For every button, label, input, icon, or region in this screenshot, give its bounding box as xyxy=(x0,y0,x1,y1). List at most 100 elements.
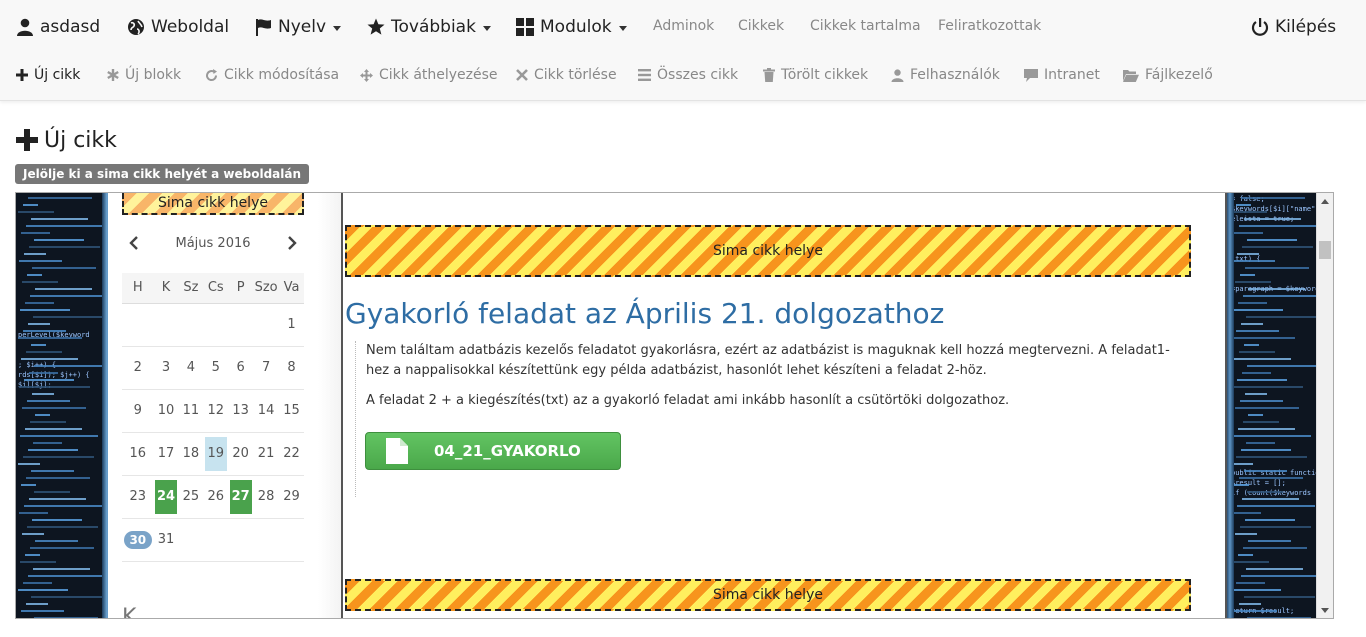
calendar-day[interactable]: 19 xyxy=(204,436,227,471)
calendar-day[interactable]: 13 xyxy=(230,394,252,428)
calendar-day[interactable]: 24 xyxy=(155,479,178,514)
calendar-day[interactable]: 18 xyxy=(180,437,202,471)
code-line-decoration xyxy=(1248,540,1291,542)
calendar-cell[interactable]: 1 xyxy=(279,303,304,347)
scroll-down-button[interactable] xyxy=(1317,602,1333,618)
code-line-decoration xyxy=(1247,491,1283,493)
calendar-cell[interactable]: 16 xyxy=(122,432,154,476)
deleted-articles-link[interactable]: Törölt cikkek xyxy=(763,65,868,85)
modules-dropdown[interactable]: Modulok xyxy=(516,14,627,40)
calendar-cell[interactable]: 5 xyxy=(203,346,229,390)
calendar-day[interactable]: 8 xyxy=(281,351,303,385)
subscribers-link[interactable]: Feliratkozottak xyxy=(938,16,1041,36)
sidebar-article-placeholder[interactable]: Sima cikk helye xyxy=(122,193,304,215)
calendar-day[interactable]: 22 xyxy=(281,437,303,471)
download-file-button[interactable]: 04_21_GYAKORLO xyxy=(365,432,621,470)
calendar-cell[interactable]: 29 xyxy=(279,475,304,519)
calendar-day[interactable]: 7 xyxy=(255,351,277,385)
logout-button[interactable]: Kilépés xyxy=(1251,14,1336,40)
calendar-cell[interactable]: 17 xyxy=(153,432,179,476)
website-link[interactable]: Weboldal xyxy=(127,14,229,40)
calendar-day[interactable]: 29 xyxy=(281,480,303,514)
calendar-cell[interactable]: 19 xyxy=(203,432,229,476)
article-contents-link[interactable]: Cikkek tartalma xyxy=(810,16,921,36)
scroll-thumb[interactable] xyxy=(1319,241,1331,259)
calendar-cell[interactable]: 9 xyxy=(122,389,154,433)
new-article-link[interactable]: Új cikk xyxy=(16,65,80,85)
calendar-cell xyxy=(203,518,229,562)
calendar-cell[interactable]: 14 xyxy=(253,389,280,433)
calendar-cell[interactable]: 4 xyxy=(178,346,204,390)
calendar-cell[interactable]: 20 xyxy=(228,432,254,476)
calendar-cell[interactable]: 15 xyxy=(279,389,304,433)
calendar-day[interactable]: 28 xyxy=(255,480,277,514)
user-menu[interactable]: asdasd xyxy=(16,14,100,40)
calendar-cell[interactable]: 25 xyxy=(178,475,204,519)
calendar-day[interactable]: 6 xyxy=(230,351,252,385)
calendar-day[interactable]: 21 xyxy=(255,437,277,471)
calendar-day[interactable]: 31 xyxy=(155,523,177,557)
calendar-day[interactable]: 20 xyxy=(230,437,252,471)
calendar-day[interactable]: 16 xyxy=(127,437,149,471)
calendar-cell[interactable]: 6 xyxy=(228,346,254,390)
language-dropdown[interactable]: Nyelv xyxy=(255,14,342,40)
bottom-article-placeholder[interactable]: Sima cikk helye xyxy=(345,579,1191,611)
calendar-cell[interactable]: 31 xyxy=(153,518,179,562)
delete-article-link[interactable]: Cikk törlése xyxy=(516,65,617,85)
calendar-day[interactable]: 15 xyxy=(281,394,303,428)
calendar-day[interactable]: 2 xyxy=(127,351,149,385)
article-title[interactable]: Gyakorló feladat az Április 21. dolgozat… xyxy=(345,297,944,330)
calendar-day[interactable]: 9 xyxy=(127,394,149,428)
file-manager-link[interactable]: Fájlkezelő xyxy=(1123,65,1213,85)
calendar-cell[interactable]: 23 xyxy=(122,475,154,519)
scroll-up-button[interactable] xyxy=(1317,193,1333,209)
calendar-day[interactable]: 25 xyxy=(180,480,202,514)
calendar-cell[interactable]: 18 xyxy=(178,432,204,476)
calendar-day[interactable]: 27 xyxy=(229,479,252,514)
calendar-day[interactable]: 4 xyxy=(180,351,202,385)
calendar-day[interactable]: 26 xyxy=(205,480,227,514)
move-article-link[interactable]: Cikk áthelyezése xyxy=(360,65,498,85)
all-articles-link[interactable]: Összes cikk xyxy=(638,65,738,85)
calendar-day[interactable]: 11 xyxy=(180,394,202,428)
admins-link[interactable]: Adminok xyxy=(653,16,714,36)
calendar-cell[interactable]: 30 xyxy=(122,518,154,562)
calendar-cell[interactable]: 10 xyxy=(153,389,179,433)
calendar-day[interactable]: 12 xyxy=(205,394,227,428)
articles-link[interactable]: Cikkek xyxy=(738,16,784,36)
new-block-link[interactable]: Új blokk xyxy=(107,65,181,85)
calendar-day[interactable]: 5 xyxy=(205,351,227,385)
calendar-cell[interactable]: 13 xyxy=(228,389,254,433)
intranet-label: Intranet xyxy=(1044,67,1100,83)
calendar-next-button[interactable] xyxy=(280,231,304,255)
users-link[interactable]: Felhasználók xyxy=(891,65,1000,85)
calendar-day[interactable]: 30 xyxy=(123,530,152,549)
code-line-decoration xyxy=(1241,197,1305,199)
calendar-cell[interactable]: 26 xyxy=(203,475,229,519)
top-article-placeholder[interactable]: Sima cikk helye xyxy=(345,225,1191,277)
intranet-link[interactable]: Intranet xyxy=(1024,65,1100,85)
calendar-day[interactable]: 10 xyxy=(155,394,177,428)
calendar-cell[interactable]: 7 xyxy=(253,346,280,390)
preview-scrollbar[interactable] xyxy=(1316,193,1333,618)
calendar-day[interactable]: 3 xyxy=(155,351,177,385)
calendar-day[interactable]: 23 xyxy=(127,480,149,514)
calendar-cell[interactable]: 22 xyxy=(279,432,304,476)
calendar-cell[interactable]: 11 xyxy=(178,389,204,433)
weekday-header: H xyxy=(122,273,154,304)
edit-article-link[interactable]: Cikk módosítása xyxy=(205,65,339,85)
more-dropdown[interactable]: Továbbiak xyxy=(367,14,491,40)
calendar-cell[interactable]: 8 xyxy=(279,346,304,390)
calendar-day[interactable]: 17 xyxy=(155,437,177,471)
calendar-cell[interactable]: 27 xyxy=(228,475,254,519)
calendar-cell[interactable]: 3 xyxy=(153,346,179,390)
calendar-cell[interactable]: 21 xyxy=(253,432,280,476)
calendar-cell[interactable]: 28 xyxy=(253,475,280,519)
calendar-prev-button[interactable] xyxy=(122,231,146,255)
calendar-day[interactable]: 1 xyxy=(281,308,303,342)
calendar-cell[interactable]: 2 xyxy=(122,346,154,390)
calendar-cell[interactable]: 12 xyxy=(203,389,229,433)
calendar-day[interactable]: 14 xyxy=(255,394,277,428)
website-preview-frame[interactable]: perLevel($keyword ; $i++) { rds[$i]); $j… xyxy=(15,192,1334,619)
calendar-cell[interactable]: 24 xyxy=(153,475,179,519)
